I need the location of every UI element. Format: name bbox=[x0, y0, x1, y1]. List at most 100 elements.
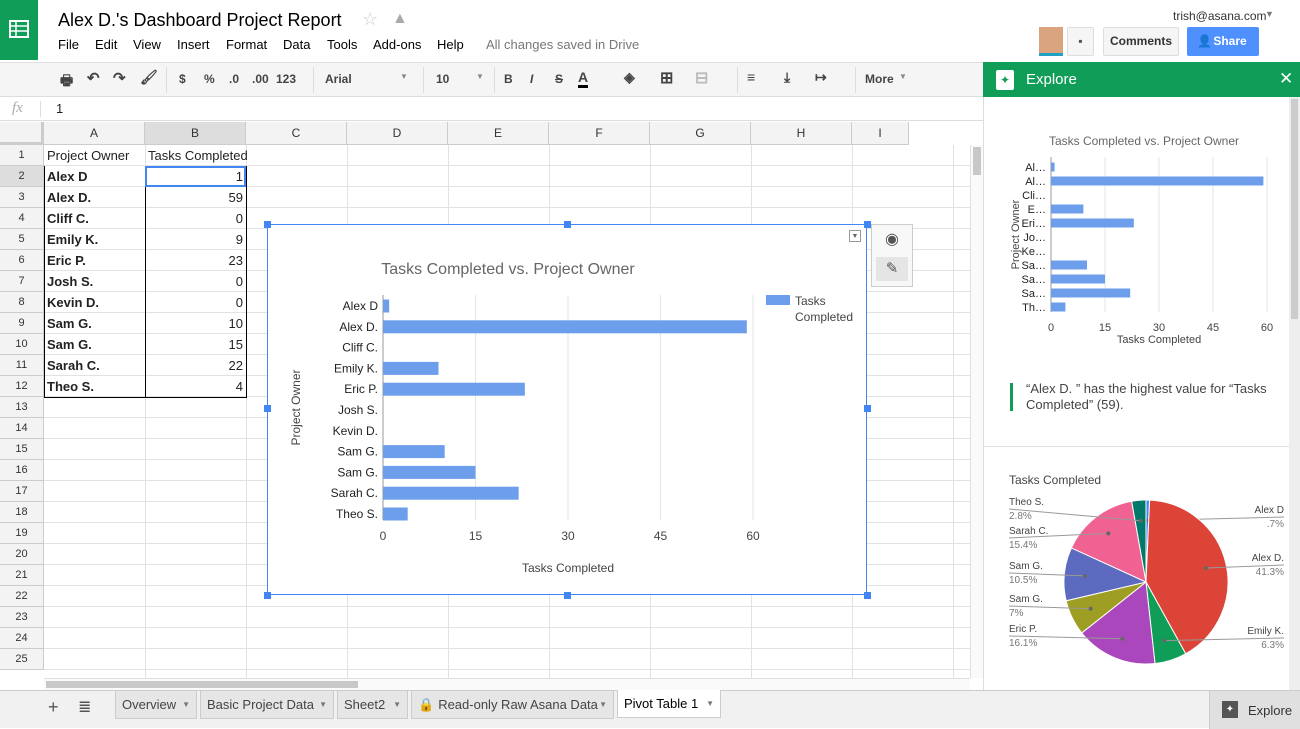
chevron-down-icon[interactable]: ▼ bbox=[476, 72, 484, 81]
more-formats-button[interactable]: 123 bbox=[276, 72, 296, 86]
bar[interactable] bbox=[383, 465, 476, 479]
row-header-11[interactable]: 11 bbox=[0, 355, 44, 376]
avatar[interactable] bbox=[1039, 27, 1063, 56]
row-header-1[interactable]: 1 bbox=[0, 145, 44, 166]
column-header-A[interactable]: A bbox=[44, 122, 145, 145]
bar[interactable] bbox=[1051, 162, 1055, 172]
bar[interactable] bbox=[1051, 218, 1134, 228]
merge-cells-icon[interactable]: ⊟ bbox=[695, 68, 708, 88]
bar[interactable] bbox=[1051, 302, 1066, 312]
row-header-18[interactable]: 18 bbox=[0, 502, 44, 523]
bar[interactable] bbox=[1051, 274, 1105, 284]
column-header-H[interactable]: H bbox=[751, 122, 852, 145]
pencil-icon[interactable]: ✎ bbox=[876, 257, 908, 281]
chevron-down-icon[interactable]: ▼ bbox=[400, 72, 408, 81]
align-icon[interactable]: ≡ bbox=[747, 69, 755, 85]
row-header-24[interactable]: 24 bbox=[0, 628, 44, 649]
explore-scrollbar[interactable] bbox=[1289, 97, 1300, 690]
currency-format-button[interactable]: $ bbox=[179, 72, 186, 86]
paint-format-icon[interactable]: 🖌 bbox=[140, 69, 158, 86]
sheet-tab[interactable]: 🔒 Read-only Raw Asana Data ▼ bbox=[411, 691, 614, 719]
row-header-9[interactable]: 9 bbox=[0, 313, 44, 334]
text-color-button[interactable]: A bbox=[578, 69, 589, 88]
close-icon[interactable]: ✕ bbox=[1279, 69, 1293, 89]
row-header-15[interactable]: 15 bbox=[0, 439, 44, 460]
menu-help[interactable]: Help bbox=[437, 37, 464, 52]
drive-folder-icon[interactable]: ▲ bbox=[392, 10, 408, 28]
bar[interactable] bbox=[1051, 288, 1131, 298]
menu-file[interactable]: File bbox=[58, 37, 79, 52]
all-sheets-icon[interactable]: ≣ bbox=[78, 697, 91, 717]
column-header-B[interactable]: B bbox=[145, 122, 246, 145]
horizontal-scrollbar[interactable] bbox=[44, 678, 970, 690]
row-header-14[interactable]: 14 bbox=[0, 418, 44, 439]
menu-edit[interactable]: Edit bbox=[95, 37, 117, 52]
column-header-E[interactable]: E bbox=[448, 122, 549, 145]
comments-button[interactable]: Comments bbox=[1103, 27, 1179, 56]
chevron-down-icon[interactable]: ▼ bbox=[899, 72, 907, 81]
font-size-select[interactable]: 10 bbox=[436, 72, 449, 86]
row-header-13[interactable]: 13 bbox=[0, 397, 44, 418]
font-select[interactable]: Arial bbox=[325, 72, 352, 86]
resize-handle[interactable] bbox=[864, 592, 871, 599]
row-header-17[interactable]: 17 bbox=[0, 481, 44, 502]
row-header-20[interactable]: 20 bbox=[0, 544, 44, 565]
row-header-23[interactable]: 23 bbox=[0, 607, 44, 628]
insight-text[interactable]: “Alex D. ” has the highest value for “Ta… bbox=[1026, 381, 1281, 413]
share-button[interactable]: 👤 Share bbox=[1187, 27, 1259, 56]
eye-icon[interactable]: ◉ bbox=[876, 229, 908, 253]
chevron-down-icon[interactable]: ▼ bbox=[393, 691, 401, 718]
sheet-tab[interactable]: Overview ▼ bbox=[115, 691, 197, 719]
account-dropdown-icon[interactable]: ▼ bbox=[1265, 9, 1274, 19]
selected-cell-B2[interactable] bbox=[145, 166, 246, 187]
bar[interactable] bbox=[1051, 176, 1264, 186]
row-header-16[interactable]: 16 bbox=[0, 460, 44, 481]
header-cell[interactable]: Tasks Completed bbox=[145, 145, 251, 166]
account-email[interactable]: trish@asana.com bbox=[1173, 9, 1267, 23]
row-header-2[interactable]: 2 bbox=[0, 166, 44, 187]
column-header-D[interactable]: D bbox=[347, 122, 448, 145]
header-cell[interactable]: Project Owner bbox=[44, 145, 132, 166]
row-header-3[interactable]: 3 bbox=[0, 187, 44, 208]
menu-data[interactable]: Data bbox=[283, 37, 310, 52]
resize-handle[interactable] bbox=[564, 221, 571, 228]
chevron-down-icon[interactable]: ▼ bbox=[319, 691, 327, 718]
resize-handle[interactable] bbox=[264, 405, 271, 412]
document-title[interactable]: Alex D.'s Dashboard Project Report bbox=[58, 10, 342, 31]
sheet-tab[interactable]: Pivot Table 1 ▼ bbox=[617, 690, 721, 718]
menu-tools[interactable]: Tools bbox=[327, 37, 357, 52]
column-header-C[interactable]: C bbox=[246, 122, 347, 145]
menu-add-ons[interactable]: Add-ons bbox=[373, 37, 421, 52]
row-header-5[interactable]: 5 bbox=[0, 229, 44, 250]
star-icon[interactable]: ☆ bbox=[362, 9, 378, 30]
resize-handle[interactable] bbox=[864, 405, 871, 412]
text-wrap-icon[interactable]: ↦ bbox=[815, 69, 827, 86]
more-button[interactable]: More bbox=[865, 72, 894, 86]
row-header-19[interactable]: 19 bbox=[0, 523, 44, 544]
chevron-down-icon[interactable]: ▼ bbox=[182, 691, 190, 718]
row-header-7[interactable]: 7 bbox=[0, 271, 44, 292]
row-header-22[interactable]: 22 bbox=[0, 586, 44, 607]
chart-menu-dropdown[interactable]: ▼ bbox=[849, 230, 861, 242]
add-sheet-icon[interactable]: + bbox=[48, 697, 59, 718]
row-header-12[interactable]: 12 bbox=[0, 376, 44, 397]
sheet-tab[interactable]: Basic Project Data ▼ bbox=[200, 691, 334, 719]
strikethrough-button[interactable]: S bbox=[555, 72, 563, 86]
decrease-decimal-button[interactable]: .0 bbox=[229, 72, 239, 86]
row-header-10[interactable]: 10 bbox=[0, 334, 44, 355]
formula-input[interactable]: 1 bbox=[56, 101, 63, 116]
embedded-bar-chart[interactable]: 0 15 30 45 60 Alex D Alex D. Cliff C. Emily K. Er… bbox=[267, 224, 867, 595]
chevron-down-icon[interactable]: ▼ bbox=[706, 690, 714, 717]
menu-view[interactable]: View bbox=[133, 37, 161, 52]
bar[interactable] bbox=[383, 299, 390, 313]
row-header-6[interactable]: 6 bbox=[0, 250, 44, 271]
resize-handle[interactable] bbox=[864, 221, 871, 228]
italic-button[interactable]: I bbox=[530, 72, 533, 86]
row-header-21[interactable]: 21 bbox=[0, 565, 44, 586]
borders-icon[interactable]: ⊞ bbox=[660, 68, 673, 88]
explore-button[interactable]: ✦ Explore bbox=[1209, 691, 1300, 729]
bar[interactable] bbox=[1051, 260, 1087, 270]
print-icon[interactable]: 🖶 bbox=[60, 70, 73, 94]
redo-icon[interactable]: ↷ bbox=[113, 69, 126, 87]
bold-button[interactable]: B bbox=[504, 72, 513, 86]
